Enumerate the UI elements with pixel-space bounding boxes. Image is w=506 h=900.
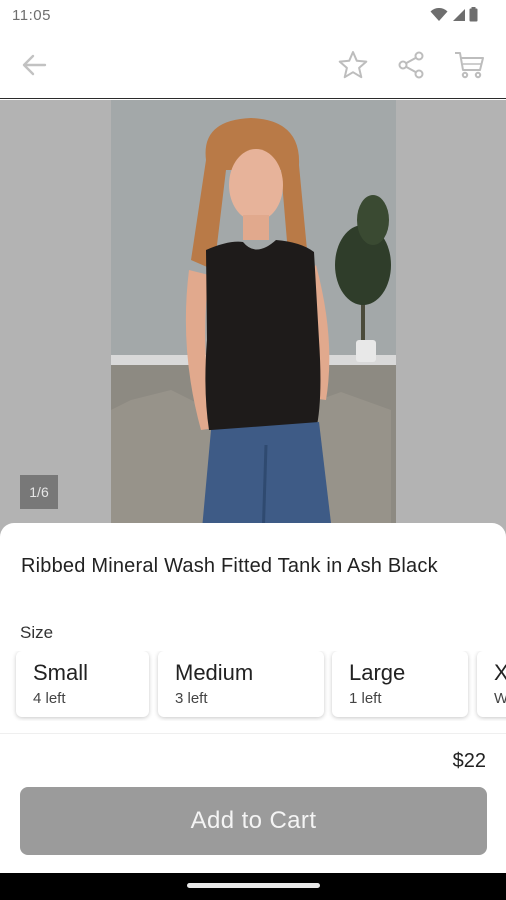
size-option-stock: 3 left — [175, 690, 208, 707]
size-options[interactable]: Small 4 left Medium 3 left Large 1 left … — [0, 651, 506, 721]
app-bar — [0, 32, 506, 99]
home-gesture-handle[interactable] — [187, 883, 320, 888]
add-to-cart-button[interactable]: Add to Cart — [20, 787, 487, 855]
size-option-small[interactable]: Small 4 left — [16, 651, 149, 717]
system-nav-bar — [0, 873, 506, 900]
battery-icon — [469, 7, 478, 22]
signal-icon — [453, 8, 465, 21]
status-icons — [430, 7, 478, 22]
divider — [0, 733, 506, 734]
back-button[interactable] — [17, 48, 51, 82]
product-image-gallery[interactable]: 1/6 — [0, 100, 506, 540]
product-title: Ribbed Mineral Wash Fitted Tank in Ash B… — [21, 555, 438, 577]
status-bar: 11:05 — [0, 0, 506, 32]
back-arrow-icon — [22, 54, 47, 76]
size-option-name: Medium — [175, 660, 254, 685]
size-option-large[interactable]: Large 1 left — [332, 651, 468, 717]
size-option-name: X — [494, 660, 506, 685]
size-option-stock: W — [494, 690, 506, 707]
size-option-medium[interactable]: Medium 3 left — [158, 651, 324, 717]
share-button[interactable] — [394, 48, 428, 82]
size-option-name: Large — [349, 660, 406, 685]
product-photo — [111, 100, 396, 540]
star-icon — [338, 51, 368, 79]
product-details-sheet: Ribbed Mineral Wash Fitted Tank in Ash B… — [0, 523, 506, 873]
favorite-button[interactable] — [336, 48, 370, 82]
page-indicator: 1/6 — [20, 475, 58, 509]
price: $22 — [452, 750, 486, 772]
cart-icon — [455, 52, 484, 79]
status-time: 11:05 — [12, 7, 51, 24]
size-label: Size — [20, 623, 54, 642]
size-option-name: Small — [33, 660, 89, 685]
cart-button[interactable] — [452, 48, 486, 82]
size-option-xl[interactable]: X W — [477, 651, 506, 717]
wifi-icon — [430, 7, 448, 21]
size-option-stock: 1 left — [349, 690, 382, 707]
share-icon — [398, 51, 424, 79]
size-option-stock: 4 left — [33, 690, 66, 707]
